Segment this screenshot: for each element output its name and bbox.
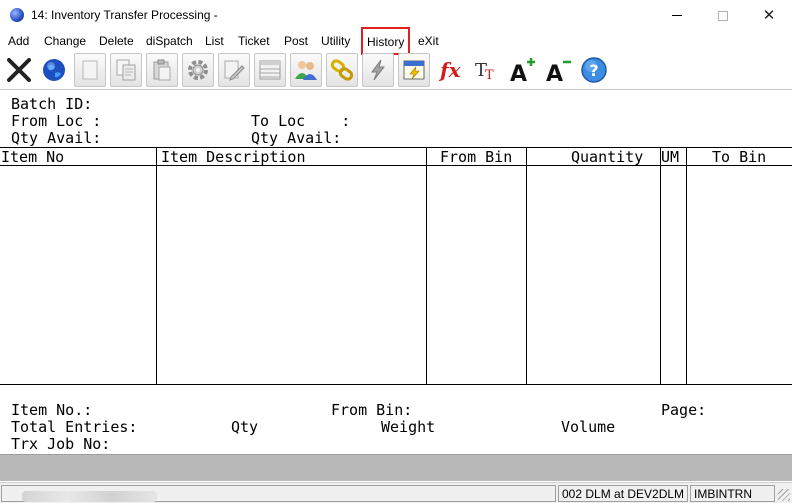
grid-column-divider [686, 148, 687, 385]
column-header-item-no[interactable]: Item No [1, 148, 64, 166]
column-header-quantity[interactable]: Quantity [571, 148, 643, 166]
svg-text:T: T [485, 68, 494, 83]
trx-job-no-label: Trx Job No: [11, 435, 111, 453]
font-tt-icon: TT [475, 60, 494, 83]
users-button[interactable] [290, 53, 322, 87]
calendar-button[interactable] [398, 53, 430, 87]
menu-list[interactable]: List [205, 34, 224, 48]
menu-change[interactable]: Change [44, 34, 86, 48]
lightning-icon [371, 59, 386, 81]
qty-label: Qty [231, 418, 259, 436]
total-entries-label: Total Entries: [11, 418, 138, 436]
minimize-icon [672, 15, 682, 16]
status-message-pane [1, 485, 556, 502]
help-glyph: ? [589, 61, 598, 80]
column-header-item-description[interactable]: Item Description [161, 148, 306, 166]
paste-icon [153, 59, 171, 81]
maximize-icon [718, 10, 728, 21]
grid-column-divider [156, 148, 157, 385]
copy-button[interactable] [110, 53, 142, 87]
grid-list-icon [259, 60, 281, 80]
status-program: IMBINTRN [690, 485, 775, 502]
grid-column-divider [426, 148, 427, 385]
blank-page-icon [82, 60, 98, 80]
menu-bar: Add Change Delete diSpatch List Ticket P… [0, 27, 792, 55]
menu-dispatch[interactable]: diSpatch [146, 34, 193, 48]
paste-button[interactable] [146, 53, 178, 87]
globe-icon [43, 59, 65, 81]
font-increase-button[interactable]: A [506, 53, 538, 87]
help-icon: ? [581, 57, 607, 83]
grid-column-divider [526, 148, 527, 385]
grid-column-divider [660, 148, 661, 385]
function-button[interactable]: fx [434, 53, 466, 87]
column-header-from-bin[interactable]: From Bin [440, 148, 512, 166]
window-title: 14: Inventory Transfer Processing - [31, 8, 218, 22]
toolbar: fx TT A A ? [0, 51, 792, 90]
copy-icon [116, 59, 136, 81]
font-increase-icon: A [510, 58, 535, 84]
minimize-button[interactable] [654, 0, 700, 31]
column-header-to-bin[interactable]: To Bin [712, 148, 766, 166]
from-loc-label: From Loc : [11, 112, 102, 130]
font-decrease-icon: A [546, 60, 571, 84]
edit-button[interactable] [218, 53, 250, 87]
column-header-um[interactable]: UM [661, 148, 679, 166]
settings-button[interactable] [182, 53, 214, 87]
close-x-button[interactable] [3, 53, 35, 87]
status-session: 002 DLM at DEV2DLM [558, 485, 688, 502]
font-decrease-button[interactable]: A [542, 53, 574, 87]
link-button[interactable] [326, 53, 358, 87]
item-no-label: Item No.: [11, 401, 93, 419]
users-icon [295, 61, 317, 80]
menu-delete[interactable]: Delete [99, 34, 134, 48]
page-label: Page: [661, 401, 707, 419]
link-chain-icon [330, 59, 354, 81]
transfer-items-grid[interactable]: Item No Item Description From Bin Quanti… [0, 147, 792, 385]
close-icon: ✕ [762, 7, 776, 24]
menu-ticket[interactable]: Ticket [238, 34, 270, 48]
svg-text:A: A [546, 62, 563, 84]
help-button[interactable]: ? [578, 53, 610, 87]
qty-avail-left-label: Qty Avail: [11, 129, 102, 147]
menu-add[interactable]: Add [8, 34, 29, 48]
redacted-text [22, 491, 157, 502]
svg-text:A: A [510, 62, 527, 84]
close-x-icon [7, 58, 31, 82]
batch-id-label: Batch ID: [11, 95, 93, 113]
maximize-button[interactable] [700, 0, 746, 31]
menu-post[interactable]: Post [284, 34, 308, 48]
menu-exit[interactable]: eXit [418, 34, 439, 48]
new-button[interactable] [74, 53, 106, 87]
svg-text:fx: fx [438, 58, 462, 82]
menu-utility[interactable]: Utility [321, 34, 350, 48]
status-bar: 002 DLM at DEV2DLM IMBINTRN [0, 482, 792, 503]
resize-grip-icon[interactable] [778, 489, 790, 501]
message-band [0, 454, 792, 481]
close-button[interactable]: ✕ [746, 0, 792, 31]
weight-label: Weight [381, 418, 436, 436]
qty-avail-right-label: Qty Avail: [251, 129, 342, 147]
globe-button[interactable] [38, 53, 70, 87]
settings-gear-icon [188, 60, 208, 80]
edit-pencil-icon [224, 60, 245, 81]
grid-header-divider [0, 165, 792, 166]
calendar-lightning-icon [403, 60, 425, 80]
to-loc-label: To Loc : [251, 112, 351, 130]
font-button[interactable]: TT [470, 53, 502, 87]
volume-label: Volume [561, 418, 616, 436]
function-fx-icon: fx [438, 58, 462, 82]
app-icon [10, 8, 24, 22]
lightning-button[interactable] [362, 53, 394, 87]
list-grid-button[interactable] [254, 53, 286, 87]
from-bin-label: From Bin: [331, 401, 413, 419]
